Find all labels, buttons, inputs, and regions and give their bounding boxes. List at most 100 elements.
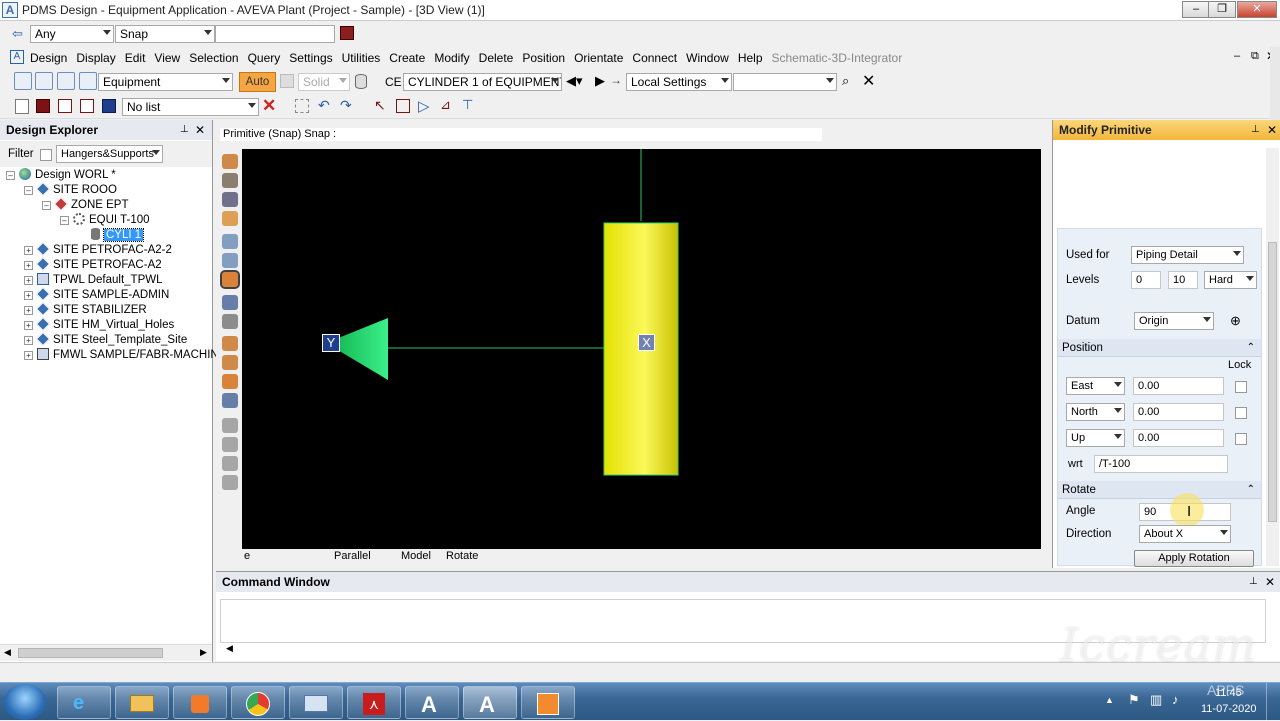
view-tool-icon[interactable] [222, 234, 238, 249]
y-axis-marker[interactable]: Y [322, 334, 340, 352]
tree-expander-icon[interactable]: + [24, 321, 33, 330]
view-tool-icon[interactable] [222, 295, 238, 310]
east-lock-checkbox[interactable] [1235, 381, 1247, 393]
view-tool-icon[interactable] [222, 374, 238, 389]
menu-item-connect[interactable]: Connect [632, 51, 677, 65]
tree-expander-icon[interactable]: + [24, 246, 33, 255]
datum-target-icon[interactable]: ⊕ [1230, 313, 1241, 329]
tree-node[interactable]: – SITE ROOO [24, 182, 117, 198]
menu-item-position[interactable]: Position [522, 51, 565, 65]
tree-expander-icon[interactable]: – [6, 171, 15, 180]
level-to-input[interactable]: 10 [1168, 271, 1198, 289]
volume-icon[interactable]: ♪ [1172, 692, 1179, 707]
tree-expander-icon[interactable]: – [60, 216, 69, 225]
snap-dropdown[interactable]: Snap [115, 25, 215, 43]
chrome-taskbar-button[interactable] [231, 686, 285, 719]
minimize-button[interactable]: – [1182, 1, 1210, 18]
save-icon[interactable] [36, 99, 50, 113]
cylinder-icon[interactable] [355, 74, 367, 89]
tool-icon[interactable]: ⊤ [462, 97, 473, 113]
position-section-header[interactable]: Position ⌃ [1058, 339, 1261, 357]
tray-expand-icon[interactable]: ▲ [1105, 695, 1114, 705]
menu-item-query[interactable]: Query [248, 51, 281, 65]
tree-node[interactable]: + SITE PETROFAC-A2 [24, 257, 162, 273]
solid-dropdown[interactable]: Solid [298, 73, 350, 91]
model-editor-icon[interactable]: ⊿ [440, 97, 451, 113]
rotate-section-header[interactable]: Rotate ⌃ [1058, 481, 1261, 499]
modify-scroll-thumb[interactable] [1268, 242, 1277, 522]
tree-node[interactable]: + SITE Steel_Template_Site [24, 332, 187, 348]
apply-rotation-button[interactable]: Apply Rotation [1134, 550, 1254, 567]
up-lock-checkbox[interactable] [1235, 433, 1247, 445]
mdi-restore-icon[interactable]: ⧉ [1251, 50, 1259, 63]
window-icon[interactable] [58, 99, 72, 113]
level-mode-dropdown[interactable]: Hard [1204, 271, 1257, 289]
equipment-icon-3[interactable] [57, 72, 75, 90]
tree-node[interactable]: + TPWL Default_TPWL [24, 273, 163, 288]
graphics-select-icon[interactable] [396, 99, 410, 113]
document-icon[interactable]: A [10, 50, 24, 64]
local-settings-dropdown[interactable]: Local Settings [626, 73, 732, 91]
aveva-taskbar-button-1[interactable]: A [405, 686, 459, 719]
select-box-icon[interactable] [295, 99, 309, 113]
tree-expander-icon[interactable]: – [42, 201, 51, 210]
cancel-icon[interactable]: ✕ [862, 71, 875, 91]
flag-icon[interactable]: ⚑ [1128, 692, 1140, 708]
tree-expander-icon[interactable]: + [24, 336, 33, 345]
clock-date[interactable]: 11-07-2020 [1201, 703, 1256, 715]
start-button[interactable] [4, 684, 46, 720]
filter-checkbox[interactable] [40, 149, 52, 161]
any-dropdown[interactable]: Any [30, 25, 114, 43]
menu-item-design[interactable]: Design [30, 51, 67, 65]
pin-icon[interactable]: ⊥ [180, 124, 189, 135]
view-tool-icon[interactable] [222, 393, 238, 408]
forward-arrow-icon[interactable]: ▶ [595, 73, 605, 89]
view-tool-icon[interactable] [222, 475, 238, 490]
back-arrow-icon[interactable]: ◀▾ [566, 73, 583, 89]
explorer-scroll-thumb[interactable] [18, 648, 163, 658]
delete-icon[interactable]: ✕ [262, 96, 276, 116]
tree-node[interactable]: + SITE SAMPLE-ADMIN [24, 287, 169, 303]
tree-expander-icon[interactable]: + [24, 351, 33, 360]
play-icon[interactable]: ▷ [418, 97, 430, 115]
undo-icon[interactable]: ↶ [318, 97, 330, 114]
media-taskbar-button[interactable] [173, 686, 227, 719]
wrt-input[interactable]: /T-100 [1094, 455, 1228, 473]
collapse-position-icon[interactable]: ⌃ [1247, 339, 1255, 357]
menu-item-orientate[interactable]: Orientate [574, 51, 623, 65]
pdf-taskbar-button[interactable]: ⋏ [347, 686, 401, 719]
show-desktop-button[interactable] [1266, 683, 1280, 721]
scroll-right-icon[interactable]: ▶ [200, 647, 207, 658]
settings-extra-dropdown[interactable] [733, 73, 837, 91]
explorer-taskbar-button[interactable] [115, 686, 169, 719]
menu-item-delete[interactable]: Delete [479, 51, 514, 65]
network-taskbar-button[interactable] [289, 686, 343, 719]
east-input[interactable]: 0.00 [1133, 377, 1224, 395]
menu-item-edit[interactable]: Edit [125, 51, 146, 65]
list-dropdown[interactable]: No list [122, 98, 259, 116]
auto-button[interactable]: Auto [239, 72, 276, 92]
menu-item-window[interactable]: Window [686, 51, 729, 65]
direction-dropdown[interactable]: About X [1139, 525, 1231, 543]
modify-scrollbar[interactable] [1266, 148, 1279, 566]
command-pin-icon[interactable]: ⊥ [1249, 576, 1258, 587]
tree-expander-icon[interactable]: + [24, 291, 33, 300]
binoculars-icon[interactable]: ⌕ [842, 73, 849, 89]
restore-button[interactable]: ❐ [1208, 1, 1236, 18]
menu-item-create[interactable]: Create [389, 51, 425, 65]
ie-taskbar-button[interactable]: e [57, 686, 111, 719]
3d-viewport[interactable]: Y X [242, 149, 1041, 549]
view-tool-icon[interactable] [220, 270, 240, 289]
tree-expander-icon[interactable]: – [24, 186, 33, 195]
equipment-icon-1[interactable] [14, 72, 32, 90]
forward-arrow-2-icon[interactable]: → [610, 73, 622, 87]
east-dropdown[interactable]: East [1066, 377, 1125, 395]
view-tool-icon[interactable] [222, 418, 238, 433]
view-tool-icon[interactable] [222, 211, 238, 226]
tree-node[interactable]: + SITE HM_Virtual_Holes [24, 317, 174, 333]
window-2-icon[interactable] [80, 99, 94, 113]
network-icon[interactable]: ▥ [1150, 692, 1162, 708]
tree-node[interactable]: + SITE PETROFAC-A2-2 [24, 242, 172, 258]
menu-item-settings[interactable]: Settings [289, 51, 332, 65]
aveva-taskbar-button-2[interactable]: A [463, 686, 517, 719]
